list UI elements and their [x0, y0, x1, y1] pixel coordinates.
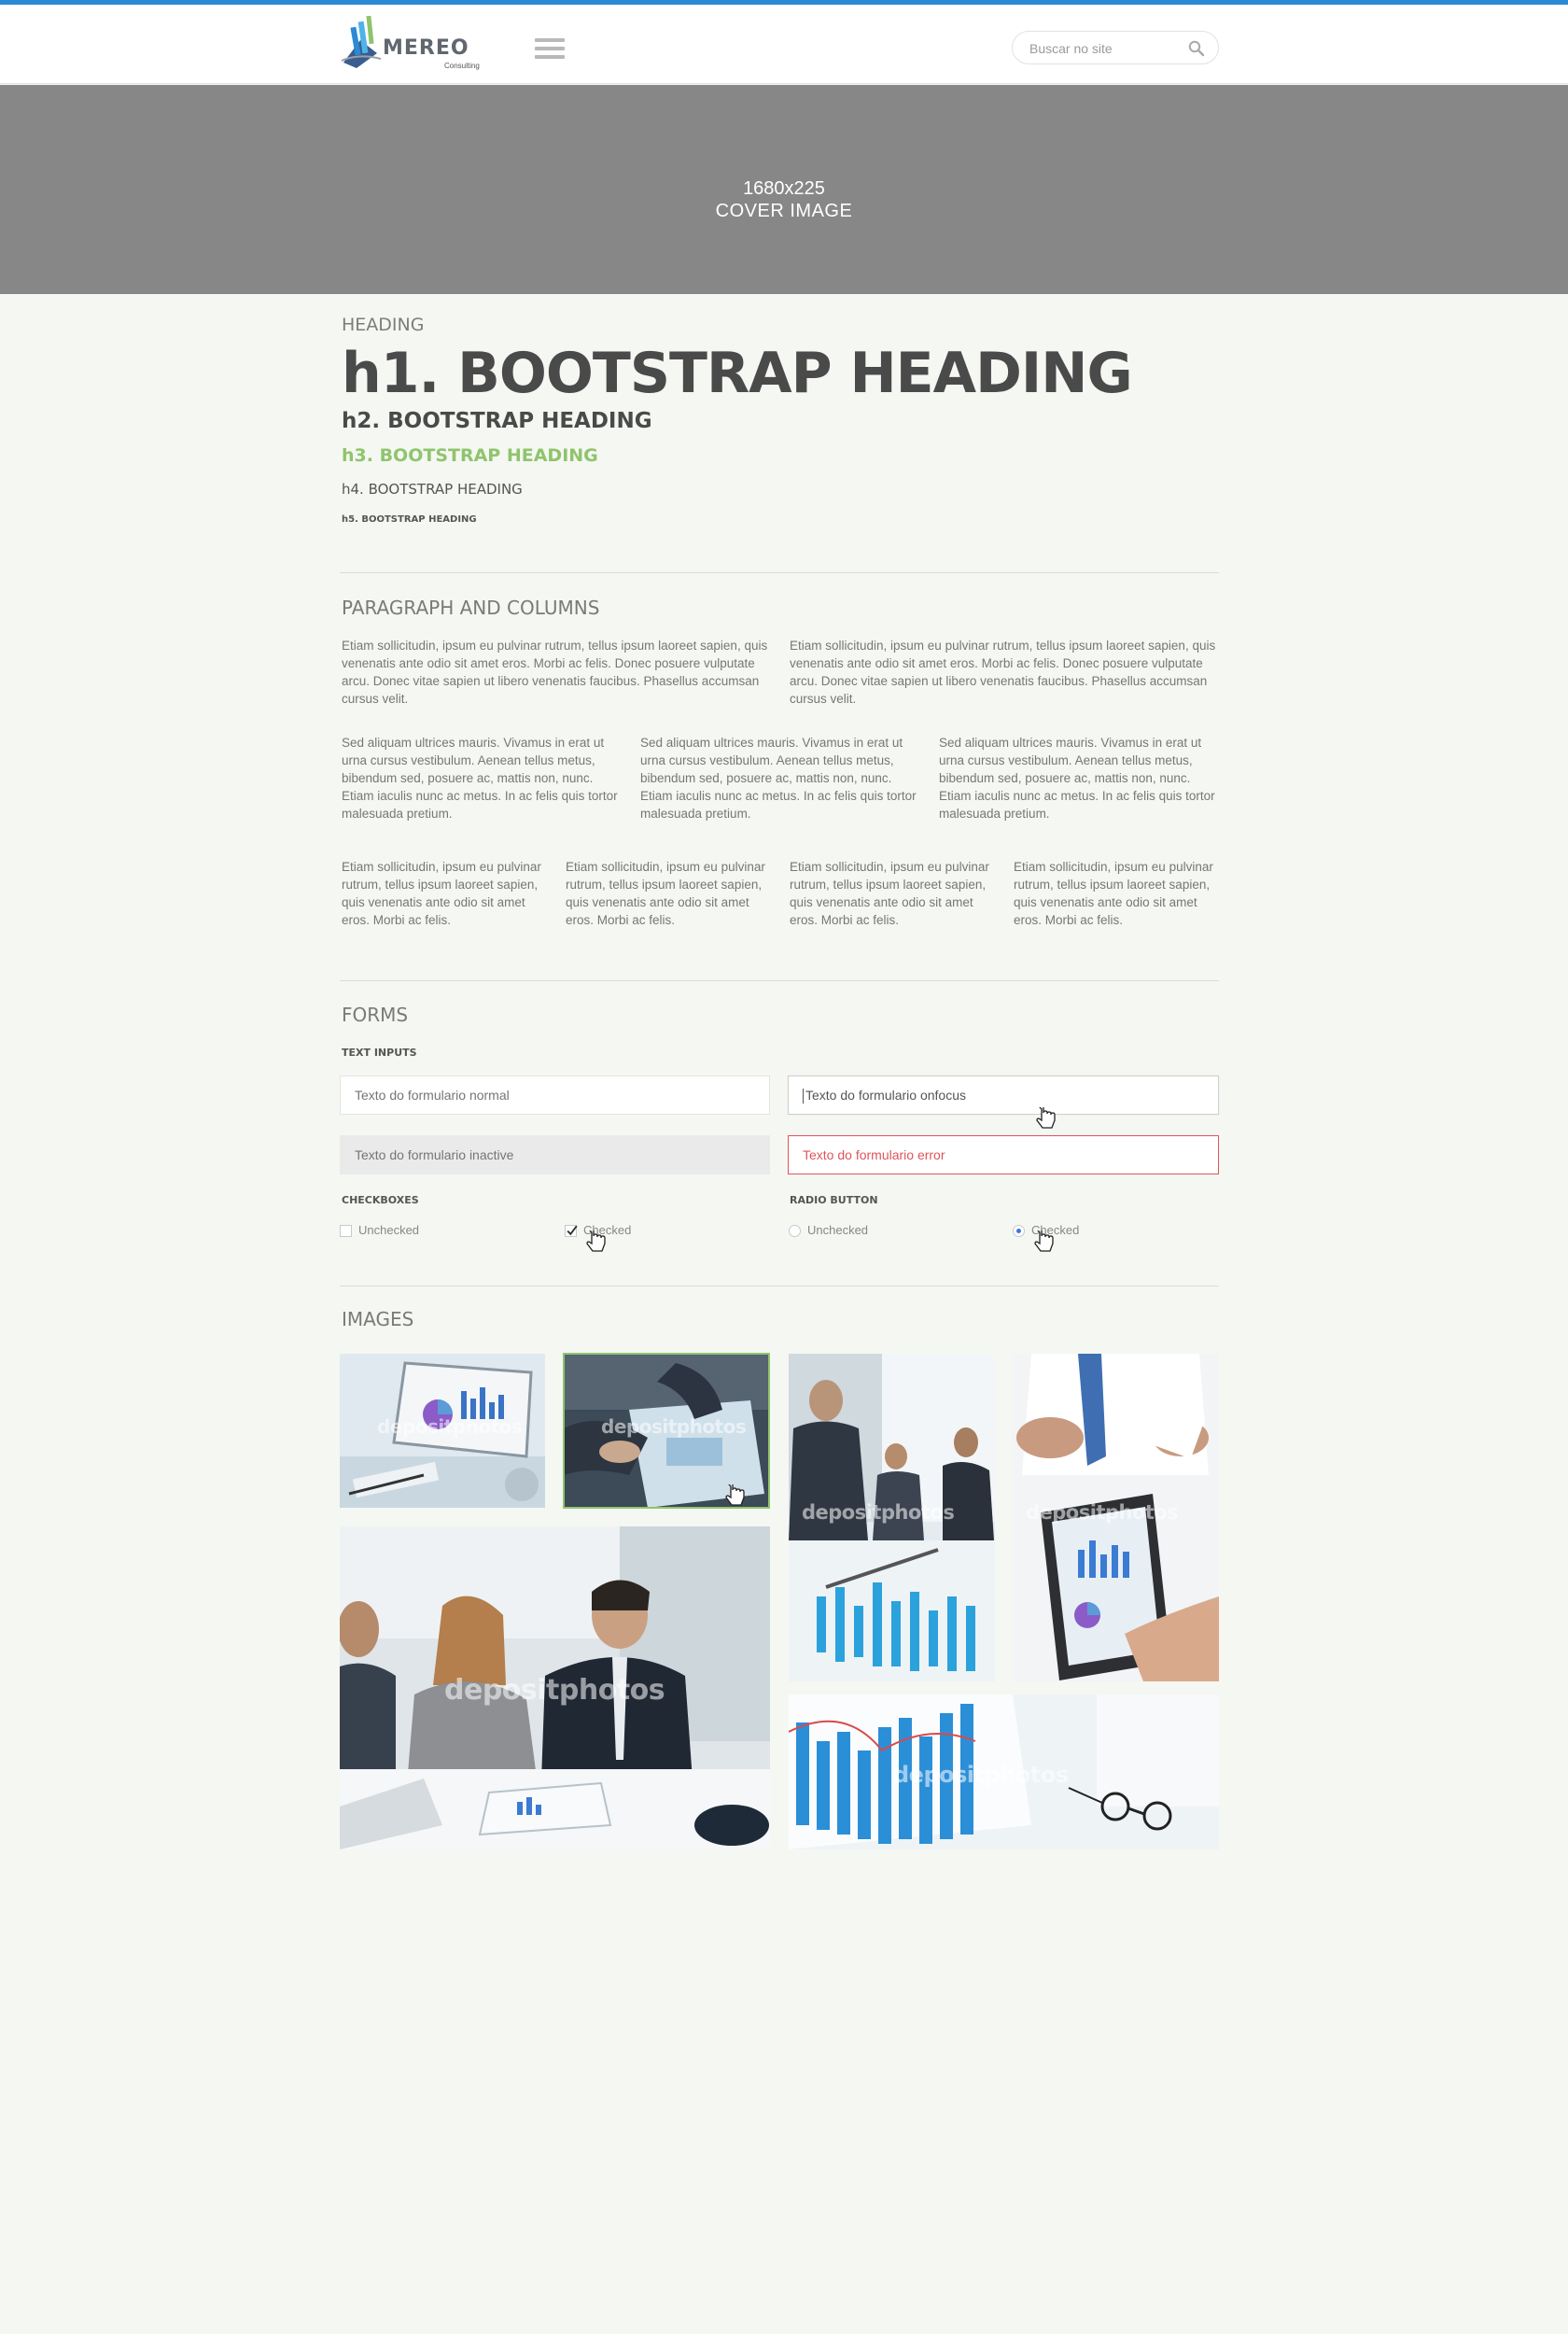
- radio-circle[interactable]: [789, 1225, 801, 1237]
- divider: [340, 1286, 1219, 1287]
- text-input-focus-value: Texto do formulario onfocus: [805, 1088, 966, 1103]
- watermark: depositphotos: [802, 1501, 955, 1524]
- site-header: MEREO Consulting: [0, 5, 1568, 84]
- checkbox-box-checked[interactable]: [565, 1225, 578, 1237]
- gallery-image-team-meeting[interactable]: depositphotos: [340, 1526, 770, 1849]
- checkmark-icon: [567, 1225, 578, 1236]
- paragraph-three-col-2: Sed aliquam ultrices mauris. Vivamus in …: [640, 736, 917, 821]
- paragraph-three-col-1: Sed aliquam ultrices mauris. Vivamus in …: [342, 736, 618, 821]
- paragraph-three-col-3: Sed aliquam ultrices mauris. Vivamus in …: [939, 736, 1215, 821]
- heading-section-label: HEADING: [342, 315, 425, 335]
- paragraph-two-col-1: Etiam sollicitudin, ipsum eu pulvinar ru…: [342, 639, 768, 706]
- hamburger-menu-icon[interactable]: [535, 38, 565, 63]
- hand-cursor-icon: [1036, 1107, 1056, 1129]
- gallery-image-person-tablet[interactable]: depositphotos: [1013, 1354, 1219, 1681]
- search-box: [1012, 31, 1219, 64]
- cover-image-placeholder: 1680x225 COVER IMAGE: [0, 85, 1568, 294]
- hand-cursor-icon: [725, 1484, 745, 1506]
- search-input[interactable]: [1029, 39, 1179, 58]
- checkbox-unchecked-label: Unchecked: [358, 1223, 420, 1237]
- text-input-error[interactable]: Texto do formulario error: [788, 1135, 1219, 1174]
- logo-mark-icon: [341, 16, 382, 68]
- text-caret: [803, 1089, 804, 1104]
- paragraph-four-col-1: Etiam sollicitudin, ipsum eu pulvinar ru…: [342, 860, 541, 927]
- gallery-image-chart-glasses[interactable]: depositphotos: [789, 1694, 1219, 1849]
- text-input-error-value: Texto do formulario error: [803, 1147, 945, 1162]
- checkboxes-label: CHECKBOXES: [342, 1194, 419, 1206]
- logo[interactable]: MEREO Consulting: [340, 14, 491, 72]
- divider: [340, 572, 1219, 573]
- radio-checked[interactable]: Checked: [1013, 1223, 1125, 1240]
- watermark: depositphotos: [377, 1415, 523, 1438]
- watermark: depositphotos: [893, 1762, 1069, 1788]
- paragraph-four-col-2: Etiam sollicitudin, ipsum eu pulvinar ru…: [566, 860, 765, 927]
- cover-size-label: 1680x225: [743, 178, 825, 199]
- gallery-image-tablet-chart[interactable]: depositphotos: [340, 1354, 545, 1508]
- paragraph-two-col-2: Etiam sollicitudin, ipsum eu pulvinar ru…: [790, 639, 1216, 706]
- radio-circle-selected[interactable]: [1013, 1225, 1025, 1237]
- gallery-image-meeting-charts[interactable]: depositphotos: [789, 1354, 995, 1681]
- logo-text: MEREO: [383, 36, 469, 60]
- paragraph-four-col-4: Etiam sollicitudin, ipsum eu pulvinar ru…: [1014, 860, 1213, 927]
- radio-unchecked[interactable]: Unchecked: [789, 1223, 901, 1240]
- text-input-focus[interactable]: Texto do formulario onfocus: [788, 1076, 1219, 1115]
- heading-h5: h5. BOOTSTRAP HEADING: [342, 514, 477, 525]
- watermark: depositphotos: [1026, 1501, 1179, 1524]
- radio-button-label: RADIO BUTTON: [790, 1194, 878, 1206]
- search-icon[interactable]: [1188, 40, 1205, 57]
- forms-section-title: FORMS: [342, 1004, 409, 1026]
- hand-cursor-icon: [1034, 1230, 1054, 1252]
- checkbox-unchecked[interactable]: Unchecked: [340, 1223, 452, 1240]
- cover-title-label: COVER IMAGE: [715, 201, 853, 221]
- logo-subtext: Consulting: [444, 62, 480, 70]
- heading-h2: h2. BOOTSTRAP HEADING: [342, 409, 652, 433]
- text-input-normal[interactable]: [340, 1076, 770, 1115]
- paragraph-section-title: PARAGRAPH AND COLUMNS: [342, 597, 600, 619]
- paragraph-four-col-3: Etiam sollicitudin, ipsum eu pulvinar ru…: [790, 860, 989, 927]
- divider: [340, 980, 1219, 981]
- heading-h4: h4. BOOTSTRAP HEADING: [342, 481, 523, 498]
- text-input-inactive: [340, 1135, 770, 1174]
- radio-unchecked-label: Unchecked: [807, 1223, 869, 1237]
- text-inputs-label: TEXT INPUTS: [342, 1047, 417, 1059]
- checkbox-box[interactable]: [340, 1225, 352, 1237]
- watermark: depositphotos: [601, 1415, 747, 1438]
- checkbox-checked[interactable]: Checked: [565, 1223, 677, 1240]
- hand-cursor-icon: [586, 1230, 606, 1252]
- watermark: depositphotos: [444, 1674, 665, 1707]
- images-section-title: IMAGES: [342, 1308, 414, 1330]
- heading-h3: h3. BOOTSTRAP HEADING: [342, 445, 598, 466]
- heading-h1: h1. BOOTSTRAP HEADING: [342, 341, 1133, 406]
